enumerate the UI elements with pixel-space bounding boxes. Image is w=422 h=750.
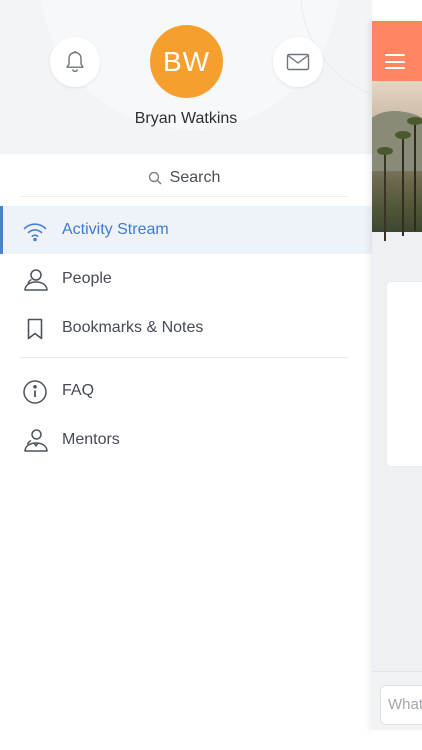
- search-label: Search: [169, 169, 221, 186]
- main-content-panel[interactable]: What: [372, 21, 422, 730]
- user-name: Bryan Watkins: [134, 110, 238, 127]
- composer-bar: What: [372, 671, 422, 730]
- post-input[interactable]: What: [380, 685, 422, 725]
- avatar[interactable]: BW: [150, 25, 223, 98]
- top-app-bar: [372, 21, 422, 81]
- nav-label: Activity Stream: [62, 221, 169, 238]
- nav-item-bookmarks[interactable]: Bookmarks & Notes: [0, 304, 372, 352]
- nav-item-mentors[interactable]: Mentors: [0, 416, 372, 464]
- profile-header: BW Bryan Watkins: [0, 0, 372, 154]
- bookmark-icon: [27, 318, 43, 340]
- feed-card[interactable]: [387, 282, 422, 466]
- mentor-icon: [24, 429, 48, 452]
- nav-label: People: [62, 270, 112, 287]
- person-icon: [24, 269, 48, 291]
- nav-item-faq[interactable]: FAQ: [0, 367, 372, 415]
- search-icon: [148, 171, 162, 185]
- notifications-button[interactable]: [50, 37, 100, 87]
- nav-item-activity-stream[interactable]: Activity Stream: [0, 206, 372, 254]
- nav-label: Mentors: [62, 431, 120, 448]
- side-drawer: BW Bryan Watkins Search Activity Stream: [0, 0, 372, 750]
- bottom-edge: [372, 730, 422, 750]
- info-icon: [23, 380, 47, 404]
- wifi-signal-icon: [23, 223, 47, 242]
- nav-item-people[interactable]: People: [0, 255, 372, 303]
- nav-label: Bookmarks & Notes: [62, 319, 204, 336]
- mail-icon: [286, 53, 310, 71]
- cover-photo: [372, 81, 422, 241]
- messages-button[interactable]: [273, 37, 323, 87]
- hamburger-icon[interactable]: [385, 54, 405, 69]
- nav-label: FAQ: [62, 382, 95, 399]
- bell-icon: [66, 51, 84, 72]
- menu-divider: [20, 357, 348, 358]
- search-field[interactable]: Search: [20, 160, 348, 197]
- avatar-initials: BW: [162, 45, 211, 77]
